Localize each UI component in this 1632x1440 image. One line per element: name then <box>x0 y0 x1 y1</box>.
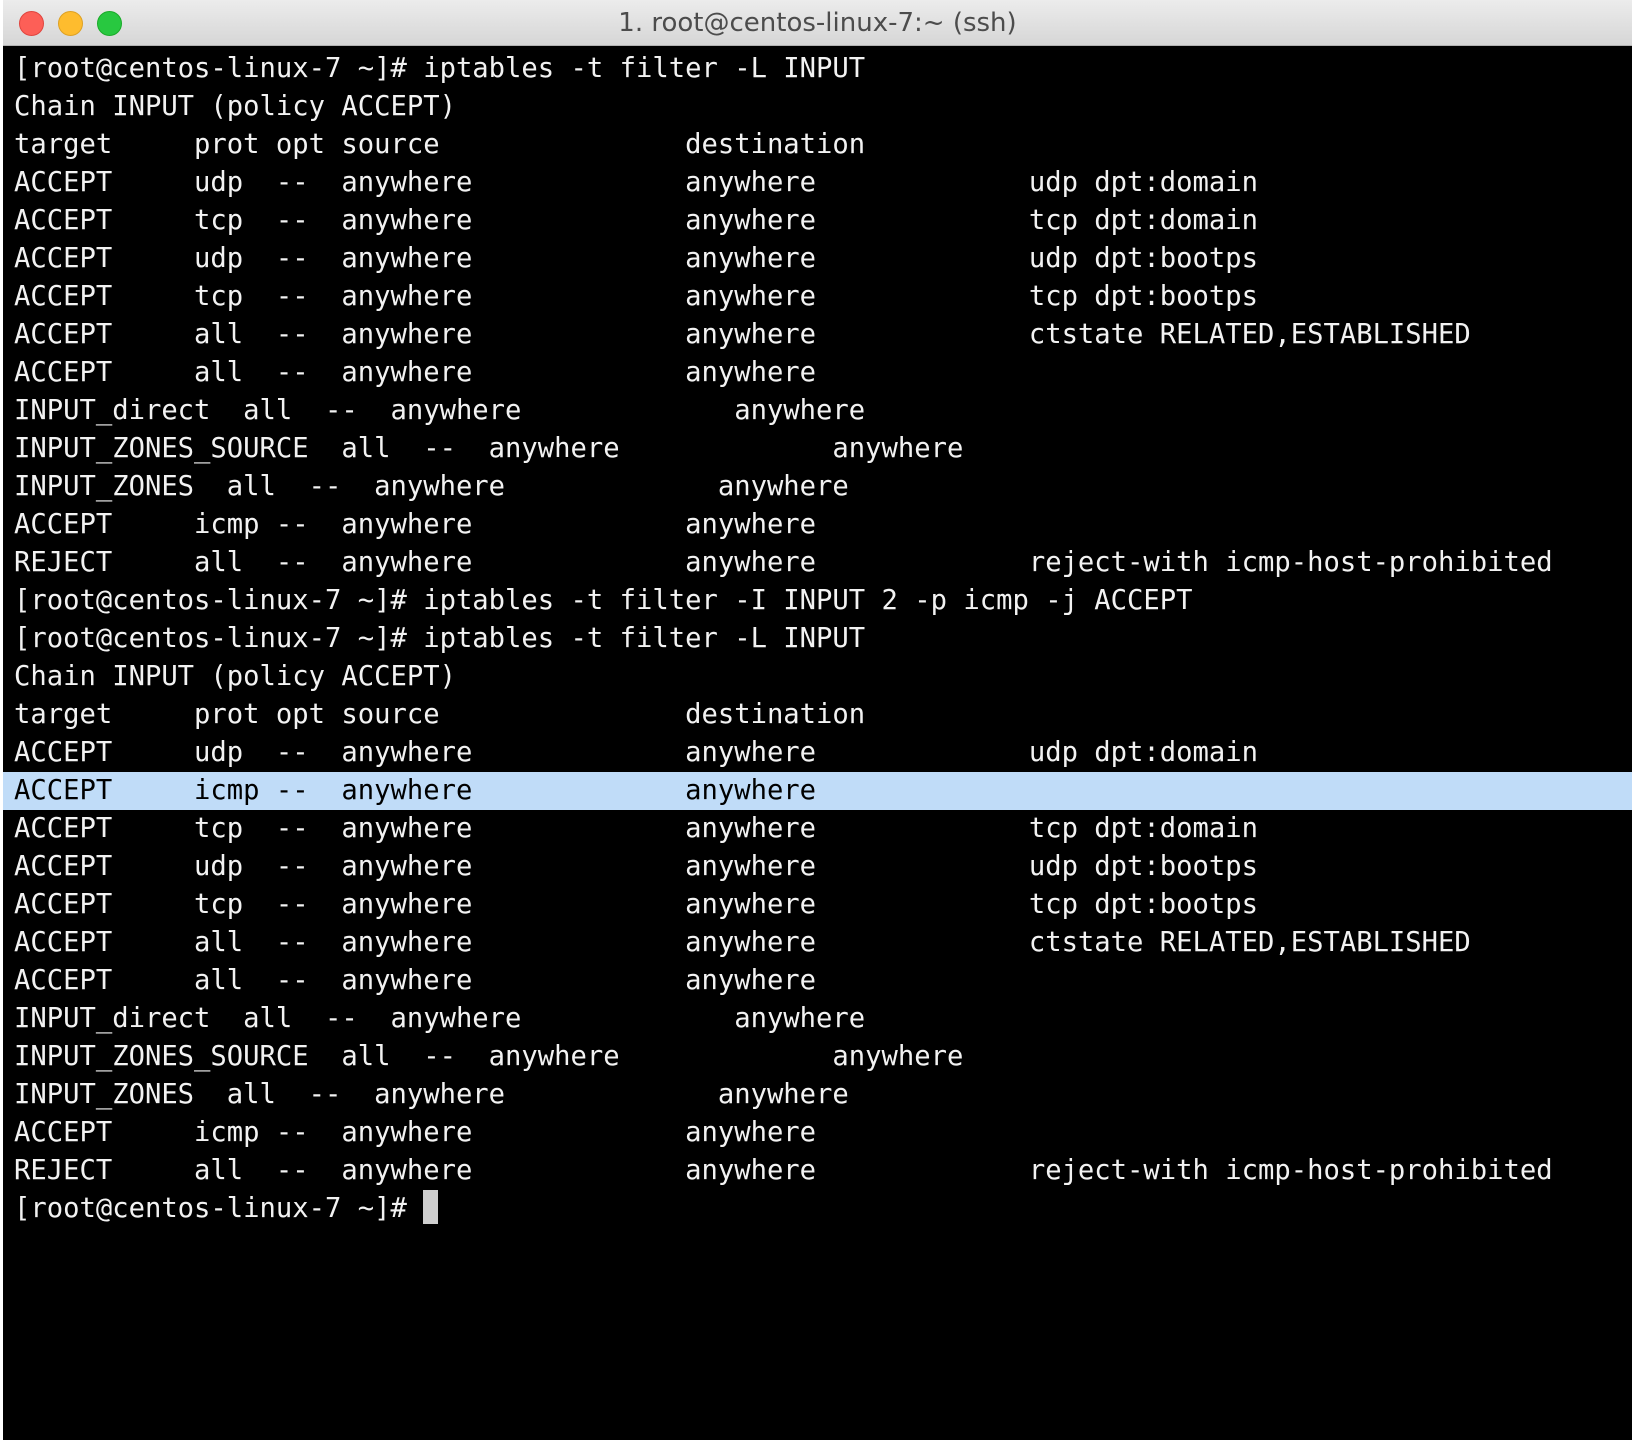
terminal-line: INPUT_ZONES_SOURCE all -- anywhere anywh… <box>14 433 964 464</box>
terminal-line: target prot opt source destination <box>14 129 866 160</box>
terminal-line: ACCEPT tcp -- anywhere anywhere tcp dpt:… <box>14 281 1258 312</box>
terminal-line: Chain INPUT (policy ACCEPT) <box>14 661 456 692</box>
shell-prompt: [root@centos-linux-7 ~]# <box>14 1193 424 1224</box>
window-title: 1. root@centos-linux-7:~ (ssh) <box>618 8 1017 38</box>
terminal-line: ACCEPT udp -- anywhere anywhere udp dpt:… <box>14 851 1258 882</box>
terminal-output[interactable]: [root@centos-linux-7 ~]# iptables -t fil… <box>3 50 1632 1440</box>
terminal-line: INPUT_ZONES all -- anywhere anywhere <box>14 471 849 502</box>
terminal-line: ACCEPT all -- anywhere anywhere <box>14 965 817 996</box>
terminal-line: ACCEPT tcp -- anywhere anywhere tcp dpt:… <box>14 889 1258 920</box>
terminal-line: [root@centos-linux-7 ~]# iptables -t fil… <box>14 53 866 84</box>
terminal-line: [root@centos-linux-7 ~]# iptables -t fil… <box>14 585 1193 616</box>
terminal-line: target prot opt source destination <box>14 699 866 730</box>
terminal-line: REJECT all -- anywhere anywhere reject-w… <box>14 547 1553 578</box>
terminal-line: INPUT_direct all -- anywhere anywhere <box>14 395 866 426</box>
terminal-line: ACCEPT all -- anywhere anywhere ctstate … <box>14 927 1471 958</box>
terminal-line: ACCEPT udp -- anywhere anywhere udp dpt:… <box>14 167 1258 198</box>
terminal-line: ACCEPT icmp -- anywhere anywhere <box>14 1117 817 1148</box>
selected-terminal-line[interactable]: ACCEPT icmp -- anywhere anywhere <box>3 772 1632 810</box>
terminal-line: INPUT_direct all -- anywhere anywhere <box>14 1003 866 1034</box>
terminal-line: INPUT_ZONES all -- anywhere anywhere <box>14 1079 849 1110</box>
title-bar[interactable]: 1. root@centos-linux-7:~ (ssh) <box>3 0 1632 46</box>
terminal-line: ACCEPT all -- anywhere anywhere ctstate … <box>14 319 1471 350</box>
terminal-line: ACCEPT icmp -- anywhere anywhere <box>14 509 817 540</box>
terminal-line: ACCEPT udp -- anywhere anywhere udp dpt:… <box>14 737 1258 768</box>
terminal-window: 1. root@centos-linux-7:~ (ssh) [root@cen… <box>3 0 1632 1440</box>
terminal-line: ACCEPT tcp -- anywhere anywhere tcp dpt:… <box>14 205 1258 236</box>
terminal-line: INPUT_ZONES_SOURCE all -- anywhere anywh… <box>14 1041 964 1072</box>
terminal-line: ACCEPT all -- anywhere anywhere <box>14 357 817 388</box>
terminal-line: [root@centos-linux-7 ~]# iptables -t fil… <box>14 623 866 654</box>
terminal-line: Chain INPUT (policy ACCEPT) <box>14 91 456 122</box>
terminal-line: ACCEPT udp -- anywhere anywhere udp dpt:… <box>14 243 1258 274</box>
cursor <box>423 1190 439 1224</box>
terminal-line: ACCEPT tcp -- anywhere anywhere tcp dpt:… <box>14 813 1258 844</box>
terminal-line: REJECT all -- anywhere anywhere reject-w… <box>14 1155 1553 1186</box>
prompt-line[interactable]: [root@centos-linux-7 ~]# <box>3 1190 1632 1228</box>
